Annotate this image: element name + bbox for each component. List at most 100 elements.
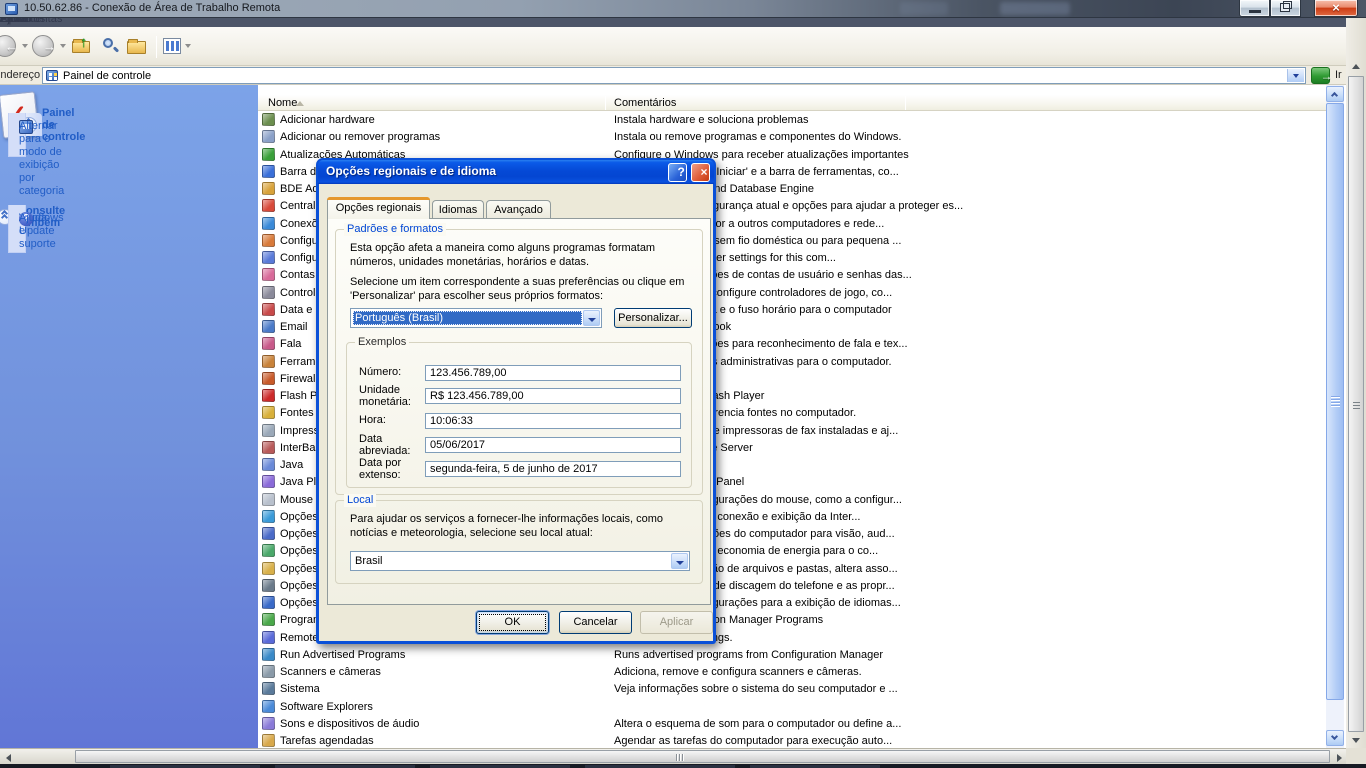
ok-button[interactable]: OK (476, 611, 549, 634)
local-description: Para ajudar os serviços a fornecer-lhe i… (350, 513, 694, 540)
dialog-help-button[interactable]: ? (668, 163, 687, 182)
list-row[interactable]: Scanners e câmerasAdiciona, remove e con… (258, 664, 1326, 681)
java-icon (262, 458, 275, 471)
list-row[interactable]: Run Advertised ProgramsRuns advertised p… (258, 647, 1326, 664)
forward-dropdown-icon[interactable] (60, 44, 66, 48)
list-row[interactable]: Sons e dispositivos de áudioAltera o esq… (258, 716, 1326, 733)
local-combobox[interactable]: Brasil (350, 551, 690, 571)
folders-icon (127, 41, 146, 54)
host-taskbar-strip (0, 764, 1366, 768)
scroll-down-icon[interactable] (1352, 738, 1360, 743)
scroll-down-button[interactable] (1326, 730, 1344, 746)
format-combobox[interactable]: Português (Brasil) (350, 308, 602, 328)
dialog-titlebar[interactable]: Opções regionais e de idioma ? × (318, 160, 714, 184)
combo-dropdown-button[interactable] (583, 310, 600, 326)
row-comment: Instala ou remove programas e componente… (614, 130, 901, 145)
list-row[interactable]: SistemaVeja informações sobre o sistema … (258, 681, 1326, 698)
search-button[interactable] (101, 37, 121, 57)
personalizar-button[interactable]: Personalizar... (614, 308, 692, 328)
chevron-down-icon (1293, 74, 1299, 78)
example-label: Unidade monetária: (359, 385, 423, 408)
menu-item-ajuda[interactable]: Ajuda (0, 18, 28, 26)
scroll-thumb[interactable] (1326, 103, 1344, 700)
example-label: Número: (359, 367, 423, 379)
scroll-up-button[interactable] (1326, 86, 1344, 102)
row-name: Sons e dispositivos de áudio (280, 717, 419, 732)
apply-button[interactable]: Aplicar (640, 611, 713, 634)
forward-icon: → (43, 36, 56, 57)
views-button[interactable] (163, 38, 181, 54)
group-title: Local (344, 494, 376, 507)
up-button[interactable]: ↑ (72, 37, 94, 55)
tab-avancado[interactable]: Avançado (486, 200, 551, 219)
tab-opcoes-regionais[interactable]: Opções regionais (327, 197, 430, 219)
example-label: Hora: (359, 415, 423, 427)
chevron-down-icon (676, 561, 684, 565)
scroll-up-icon[interactable] (1352, 64, 1360, 69)
sidebar-item-label: Alternar para o modo de exibição por cat… (19, 120, 64, 198)
scheduled-tasks-icon (262, 734, 275, 747)
rdp-client-window: 10.50.62.86 - Conexão de Área de Trabalh… (0, 0, 1366, 768)
list-row[interactable]: Tarefas agendadasAgendar as tarefas do c… (258, 733, 1326, 748)
folders-button[interactable] (127, 39, 147, 55)
rdp-vertical-scrollbar[interactable] (1346, 18, 1366, 748)
control-panel-icon (46, 70, 58, 81)
row-name: Email (280, 320, 308, 335)
titlebar-ghost (900, 2, 948, 15)
minimize-button[interactable] (1239, 0, 1270, 17)
rdp-horizontal-scrollbar[interactable] (0, 748, 1346, 764)
views-dropdown-icon[interactable] (185, 44, 191, 48)
forward-button[interactable]: → (32, 35, 54, 57)
example-value-field[interactable]: 123.456.789,00 (425, 365, 681, 381)
game-controllers-icon (262, 286, 275, 299)
task-pane: ✓ Painel de controle Alternar para o mod… (0, 85, 258, 748)
example-value-field[interactable]: 05/06/2017 (425, 437, 681, 453)
group-exemplos: Exemplos Número:123.456.789,00Unidade mo… (346, 342, 692, 488)
scrollbar-corner (1346, 748, 1366, 764)
restore-button[interactable] (1270, 0, 1301, 17)
list-row[interactable]: Software Explorers (258, 699, 1326, 716)
cancel-button[interactable]: Cancelar (559, 611, 632, 634)
row-name: Adicionar hardware (280, 113, 375, 128)
chevron-down-icon (588, 318, 596, 322)
panel-control-body: Alternar para o modo de exibição por cat… (8, 113, 26, 157)
back-dropdown-icon[interactable] (22, 44, 28, 48)
example-value-field[interactable]: 10:06:33 (425, 413, 681, 429)
address-dropdown-button[interactable] (1287, 69, 1304, 82)
group-padroes-formatos: Padrões e formatos Esta opção afeta a ma… (335, 229, 703, 495)
flash-player-icon (262, 389, 275, 402)
tab-idiomas[interactable]: Idiomas (432, 200, 484, 219)
list-row[interactable]: Adicionar ou remover programas Instala ou… (258, 129, 1326, 146)
scroll-left-icon[interactable] (6, 754, 11, 762)
automatic-updates-icon (262, 148, 275, 161)
up-arrow-icon: ↑ (80, 34, 88, 51)
row-name: Run Advertised Programs (280, 648, 405, 663)
go-button[interactable]: → (1311, 67, 1330, 84)
window-title: 10.50.62.86 - Conexão de Área de Trabalh… (24, 2, 280, 14)
scroll-right-icon[interactable] (1337, 754, 1342, 762)
speech-icon (262, 337, 275, 350)
row-comment: Adiciona, remove e configura scanners e … (614, 665, 862, 680)
combo-dropdown-button[interactable] (671, 553, 688, 569)
titlebar[interactable]: 10.50.62.86 - Conexão de Área de Trabalh… (0, 0, 1366, 18)
example-value-field[interactable]: R$ 123.456.789,00 (425, 388, 681, 404)
rdp-vscroll-thumb[interactable] (1348, 76, 1364, 732)
row-name: Fala (280, 337, 301, 352)
row-name: Adicionar ou remover programas (280, 130, 440, 145)
bde-admin-icon (262, 182, 275, 195)
rdp-hscroll-thumb[interactable] (75, 750, 1330, 763)
row-name: Sistema (280, 682, 320, 697)
list-vertical-scrollbar[interactable] (1326, 85, 1344, 748)
back-button[interactable]: ← (0, 35, 16, 57)
close-button[interactable]: × (1314, 0, 1358, 17)
address-input[interactable]: Painel de controle (42, 67, 1306, 84)
regional-options-icon (262, 596, 275, 609)
dialog-close-button[interactable]: × (691, 163, 710, 182)
example-value-field[interactable]: segunda-feira, 5 de junho de 2017 (425, 461, 681, 477)
accessibility-icon (262, 527, 275, 540)
admin-tools-icon (262, 355, 275, 368)
rdp-icon (5, 3, 18, 15)
toolbar-separator (156, 36, 157, 58)
taskbar-startmenu-icon (262, 165, 275, 178)
list-row[interactable]: Adicionar hardwareInstala hardware e sol… (258, 112, 1326, 129)
